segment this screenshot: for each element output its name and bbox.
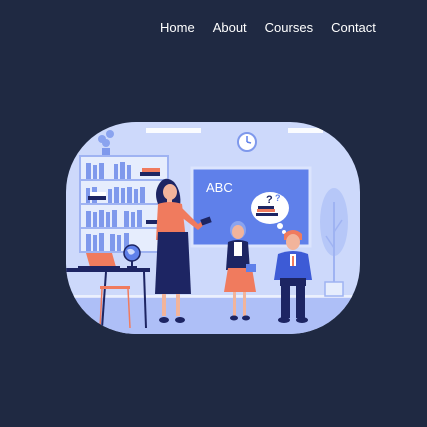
nav-link-about[interactable]: About <box>213 19 247 36</box>
board-text: ABC <box>206 180 233 195</box>
classroom-illustration: ABC ? ? <box>66 122 360 334</box>
wall-clock-icon <box>237 132 257 152</box>
svg-text:?: ? <box>275 193 281 203</box>
ceiling-light <box>146 128 201 133</box>
classroom-floor <box>66 297 360 334</box>
question-mark-icon: ? <box>266 194 273 206</box>
top-navigation: Home About Courses Contact <box>160 19 376 36</box>
nav-link-home[interactable]: Home <box>160 19 195 36</box>
bookshelf <box>79 155 169 253</box>
nav-link-contact[interactable]: Contact <box>331 19 376 36</box>
ceiling-light <box>288 128 323 133</box>
nav-link-courses[interactable]: Courses <box>265 19 313 36</box>
